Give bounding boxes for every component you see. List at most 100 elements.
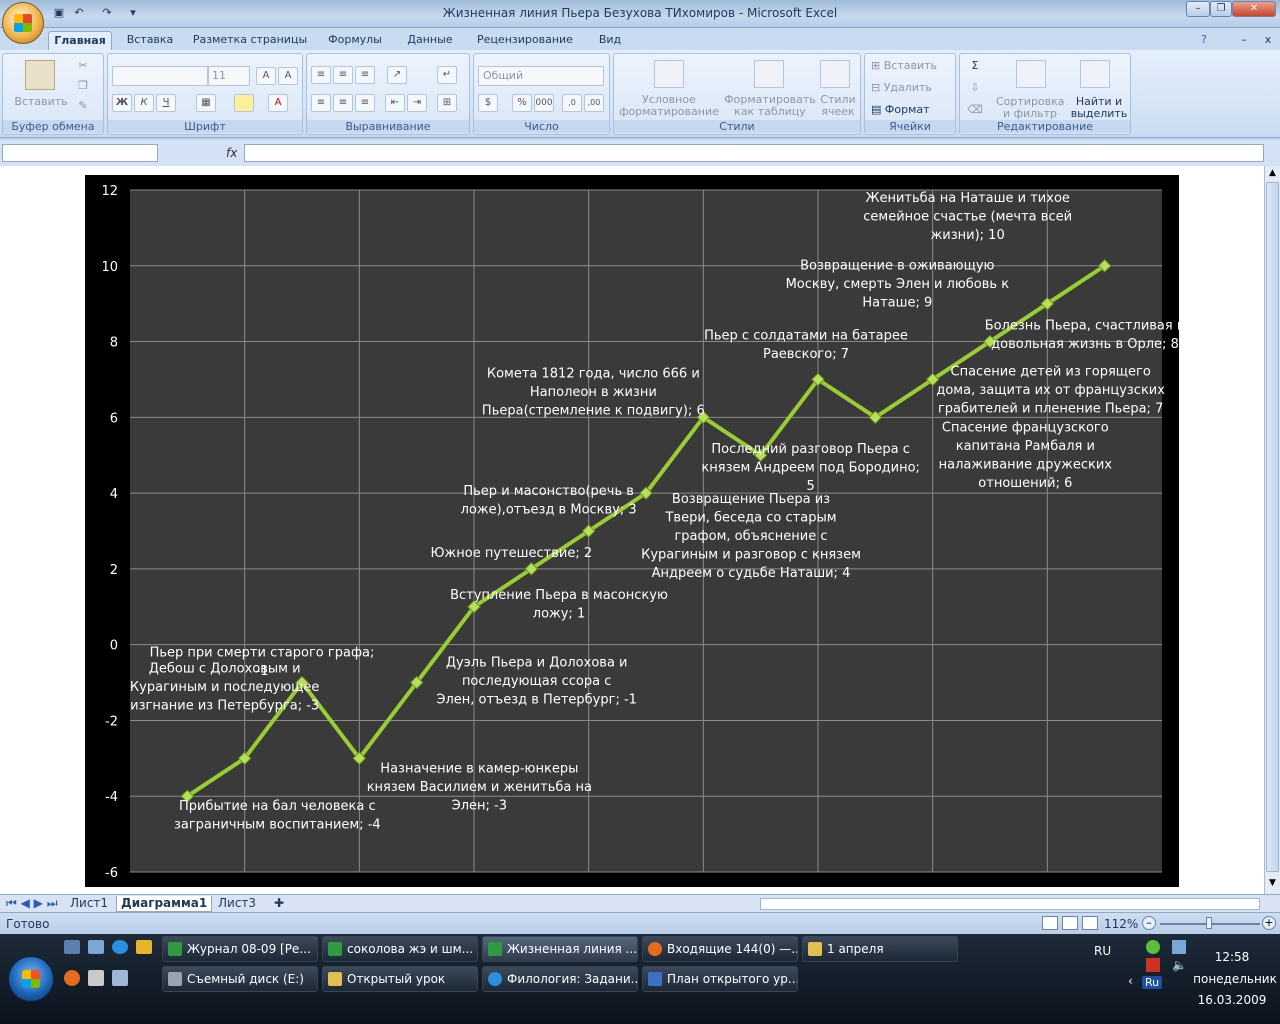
minimize-button[interactable]: –: [1186, 1, 1210, 17]
clear-icon[interactable]: ⌫: [966, 104, 984, 116]
format-painter-icon[interactable]: ✎: [75, 100, 91, 112]
taskbar-item-sokolova[interactable]: соколова жэ и шм...: [322, 936, 478, 962]
scroll-up-icon[interactable]: ▲: [1266, 168, 1279, 182]
clock-time[interactable]: 12:58: [1194, 950, 1270, 964]
copy-icon[interactable]: ❐: [75, 80, 91, 92]
tab-insert[interactable]: Вставка: [120, 31, 180, 50]
input-language-icon[interactable]: Ru: [1142, 976, 1162, 989]
insert-cells-button[interactable]: ⊞ Вставить: [871, 60, 951, 72]
find-binoculars-icon[interactable]: [1080, 60, 1110, 88]
close-button[interactable]: ✕: [1232, 1, 1276, 17]
taskbar-item-inbox[interactable]: Входящие 144(0) —...: [642, 936, 798, 962]
taskbar-item-lesson-plan[interactable]: План открытого ур...: [642, 966, 798, 992]
cell-styles-icon[interactable]: [820, 60, 850, 88]
format-cells-button[interactable]: ▤ Формат: [871, 104, 951, 116]
align-center-icon[interactable]: ≡: [333, 94, 353, 112]
currency-icon[interactable]: $: [478, 94, 498, 112]
number-format-field[interactable]: Общий: [478, 66, 604, 86]
percent-icon[interactable]: %: [512, 94, 532, 112]
ribbon-minimize-icon[interactable]: –: [1238, 31, 1250, 50]
zoom-in-icon[interactable]: +: [1262, 916, 1276, 930]
taskbar-item-april[interactable]: 1 апреля: [802, 936, 958, 962]
font-size-field[interactable]: 11: [208, 66, 250, 86]
autosum-icon[interactable]: Σ: [966, 60, 984, 72]
page-layout-view-icon[interactable]: [1062, 916, 1078, 930]
help-icon[interactable]: ?: [1196, 31, 1212, 50]
find-select-button[interactable]: Найти и выделить: [1068, 96, 1130, 120]
format-as-table-icon[interactable]: [754, 60, 784, 88]
sheet-nav-arrows[interactable]: ⏮ ◀ ▶ ⏭: [2, 896, 62, 912]
page-break-view-icon[interactable]: [1082, 916, 1098, 930]
cut-icon[interactable]: ✂: [75, 60, 91, 72]
taskbar-item-removable-disk[interactable]: Съемный диск (E:): [162, 966, 318, 992]
app-icon[interactable]: [112, 970, 128, 986]
decrease-decimal-icon[interactable]: ,00: [584, 94, 604, 112]
align-left-icon[interactable]: ≡: [311, 94, 331, 112]
sort-filter-icon[interactable]: [1016, 60, 1046, 88]
wrap-text-icon[interactable]: ↵: [437, 66, 457, 84]
scroll-down-icon[interactable]: ▼: [1266, 878, 1279, 892]
tab-page-layout[interactable]: Разметка страницы: [190, 31, 310, 50]
underline-icon[interactable]: Ч: [156, 94, 176, 112]
fill-color-icon[interactable]: [234, 94, 254, 112]
switch-windows-icon[interactable]: [88, 940, 104, 954]
sort-filter-button[interactable]: Сортировка и фильтр: [996, 96, 1065, 120]
tab-data[interactable]: Данные: [400, 31, 460, 50]
tab-formulas[interactable]: Формулы: [322, 31, 388, 50]
align-middle-icon[interactable]: ≡: [333, 66, 353, 84]
tab-home[interactable]: Главная: [48, 31, 112, 50]
cell-styles-button[interactable]: Стили ячеек: [818, 94, 858, 118]
insert-sheet-icon[interactable]: ✚: [270, 896, 288, 912]
language-indicator[interactable]: RU: [1094, 944, 1111, 958]
align-right-icon[interactable]: ≡: [355, 94, 375, 112]
start-button[interactable]: [8, 956, 54, 1002]
align-top-icon[interactable]: ≡: [311, 66, 331, 84]
calculator-icon[interactable]: [88, 970, 104, 986]
office-button[interactable]: [2, 2, 44, 44]
scroll-thumb[interactable]: [1266, 182, 1279, 872]
sheet-tab-chart[interactable]: Диаграмма1: [116, 896, 213, 912]
merge-cells-icon[interactable]: ⊞: [437, 94, 457, 112]
italic-icon[interactable]: К: [134, 94, 154, 112]
taskbar-item-open-lesson[interactable]: Открытый урок: [322, 966, 478, 992]
vertical-scrollbar[interactable]: ▲ ▼: [1264, 166, 1280, 894]
volume-icon[interactable]: 🔈: [1172, 958, 1187, 972]
show-desktop-icon[interactable]: [64, 940, 80, 954]
conditional-format-button[interactable]: Условное форматирование: [616, 94, 722, 118]
conditional-format-icon[interactable]: [654, 60, 684, 88]
bold-icon[interactable]: Ж: [112, 94, 132, 112]
taskbar-item-journal[interactable]: Журнал 08-09 [Ре...: [162, 936, 318, 962]
grow-font-icon[interactable]: A: [256, 67, 276, 85]
chart-area[interactable]: 12 10 8 6 4 2 0 -2 -4 -6 Прибытие на бал человека …: [85, 175, 1185, 887]
font-color-icon[interactable]: A: [268, 94, 288, 112]
fx-icon[interactable]: fx: [226, 146, 237, 160]
tab-review[interactable]: Рецензирование: [472, 31, 578, 50]
ribbon-close-icon[interactable]: x: [1262, 31, 1274, 50]
tray-alert-icon[interactable]: [1146, 958, 1160, 972]
zoom-out-icon[interactable]: –: [1142, 916, 1156, 930]
taskbar-item-philology[interactable]: Филология: Задани...: [482, 966, 638, 992]
normal-view-icon[interactable]: [1042, 916, 1058, 930]
align-bottom-icon[interactable]: ≡: [355, 66, 375, 84]
tab-view[interactable]: Вид: [590, 31, 630, 50]
tray-app-icon[interactable]: [1146, 940, 1160, 954]
paste-icon[interactable]: [25, 60, 55, 90]
firefox-icon[interactable]: [64, 970, 80, 986]
zoom-slider-thumb[interactable]: [1206, 917, 1212, 929]
zoom-level[interactable]: 112%: [1104, 917, 1138, 931]
shrink-font-icon[interactable]: A: [278, 67, 298, 85]
fill-icon[interactable]: ⇩: [966, 82, 984, 94]
paste-button[interactable]: Вставить: [13, 96, 69, 108]
network-icon[interactable]: [1172, 940, 1186, 954]
sheet-tab-3[interactable]: Лист3: [214, 896, 260, 912]
taskbar-item-life-line[interactable]: Жизненная линия ...: [482, 936, 638, 962]
format-as-table-button[interactable]: Форматировать как таблицу: [722, 94, 818, 118]
delete-cells-button[interactable]: ⊟ Удалить: [871, 82, 951, 94]
media-player-icon[interactable]: [136, 940, 152, 954]
increase-decimal-icon[interactable]: ,0: [562, 94, 582, 112]
borders-icon[interactable]: ▦: [196, 94, 216, 112]
thousands-icon[interactable]: 000: [534, 94, 554, 112]
formula-input[interactable]: [244, 144, 1264, 162]
font-name-field[interactable]: [112, 66, 208, 86]
ie-icon[interactable]: [112, 940, 128, 954]
